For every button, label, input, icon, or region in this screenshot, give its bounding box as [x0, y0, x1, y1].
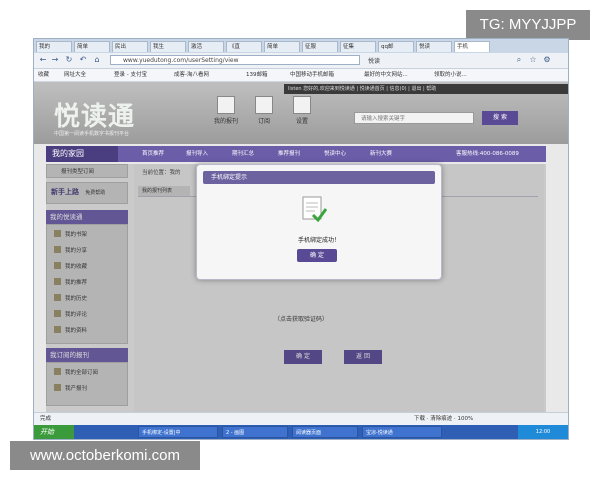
- watermark-top: TG: MYYJJPP: [466, 10, 590, 40]
- settings-button[interactable]: 设置: [290, 96, 314, 125]
- bookmark-item[interactable]: 最好的中文网站...: [364, 70, 408, 80]
- tools-icon: [293, 96, 311, 114]
- search-engine-label[interactable]: 悦读: [368, 56, 380, 65]
- address-bar[interactable]: www.yuedutong.com/userSetting/view: [110, 55, 360, 65]
- menu-item[interactable]: 期刊汇总: [232, 146, 254, 162]
- taskbar-item[interactable]: 宝凉-悦读通: [362, 426, 442, 438]
- bookmark-item[interactable]: 网址大全: [64, 70, 86, 80]
- bookmark-item[interactable]: 中国移动手机邮箱: [290, 70, 334, 80]
- tab-10[interactable]: 悦读: [416, 41, 452, 52]
- menu-item[interactable]: 首页推荐: [142, 146, 164, 162]
- logo-subtitle: 中国第一阅读手机数字书报刊平台: [54, 131, 130, 137]
- success-document-icon: [302, 196, 327, 223]
- tab-5[interactable]: 《直: [226, 41, 262, 52]
- menu-item[interactable]: 推荐报刊: [278, 146, 300, 162]
- tab-bar: 我的 简单 民出 我生 激活 《直 简单 征服 征集 qq邮 悦读 手机: [34, 39, 568, 53]
- bookmark-item[interactable]: 139邮箱: [246, 70, 268, 80]
- bookmark-item[interactable]: 登录 - 支付宝: [114, 70, 147, 80]
- status-left: 完成: [40, 416, 52, 422]
- taskbar-item[interactable]: 手机绑定-设置|中: [138, 426, 218, 438]
- bookmark-item[interactable]: 领取的小说...: [434, 70, 467, 80]
- back-arrow-icon[interactable]: ←: [38, 55, 48, 65]
- start-button[interactable]: 开始: [34, 425, 74, 439]
- menu-item[interactable]: 新刊大赛: [370, 146, 392, 162]
- header-icon-label: 设置: [295, 118, 308, 125]
- tab-9[interactable]: qq邮: [378, 41, 414, 52]
- status-right: 下载 · 清除痕迹 · 100%: [414, 416, 474, 422]
- forward-arrow-icon[interactable]: →: [50, 55, 60, 65]
- tools-icon[interactable]: ⚙: [542, 55, 552, 65]
- tab-active[interactable]: 手机: [454, 41, 490, 52]
- navigation-bar: ← → ↻ ↶ ⌂ www.yuedutong.com/userSetting/…: [34, 53, 568, 69]
- site-search-input[interactable]: 请输入搜索关键字: [354, 112, 474, 124]
- watermark-bottom: www.octoberkomi.com: [10, 441, 200, 470]
- tab-2[interactable]: 民出: [112, 41, 148, 52]
- status-bar: 完成 下载 · 清除痕迹 · 100%: [34, 412, 568, 425]
- taskbar: 开始 手机绑定-设置|中 2 - 画图 阅读器页面 宝凉-悦读通 12:00: [34, 425, 568, 439]
- dialog-message: 手机绑定成功！: [297, 237, 340, 244]
- header-icon-label: 我的报刊: [214, 118, 239, 125]
- menu-item[interactable]: 报刊导入: [186, 146, 208, 162]
- site-header: listen 您好的,欢迎来到悦读通 | 悦读通首页 | 信息(0) | 退出 …: [34, 82, 568, 144]
- hotline-text: 客服热线:400-086-0089: [456, 151, 519, 157]
- dialog-title: 手机绑定提示: [203, 171, 435, 184]
- newspaper-icon: [217, 96, 235, 114]
- tab-7[interactable]: 征服: [302, 41, 338, 52]
- menu-home[interactable]: 我的家园: [46, 146, 118, 162]
- taskbar-item[interactable]: 阅读器页面: [292, 426, 358, 438]
- subscribe-button[interactable]: 订阅: [252, 96, 276, 125]
- tab-8[interactable]: 征集: [340, 41, 376, 52]
- taskbar-item[interactable]: 2 - 画图: [222, 426, 288, 438]
- header-icon-label: 订阅: [257, 118, 270, 125]
- site-logo[interactable]: 悦读通: [54, 96, 135, 133]
- clock: 12:00: [535, 429, 551, 435]
- pen-icon: [255, 96, 273, 114]
- tab-6[interactable]: 简单: [264, 41, 300, 52]
- browser-window: 我的 简单 民出 我生 激活 《直 简单 征服 征集 qq邮 悦读 手机 ← →…: [33, 38, 569, 440]
- dialog-ok-button[interactable]: 确 定: [297, 249, 337, 262]
- menu-item[interactable]: 悦读中心: [324, 146, 346, 162]
- undo-icon[interactable]: ↶: [78, 55, 88, 65]
- tab-3[interactable]: 我生: [150, 41, 186, 52]
- search-icon[interactable]: ⌕: [514, 55, 524, 65]
- binding-dialog: 手机绑定提示 手机绑定成功！ 确 定: [196, 164, 442, 280]
- bookmark-item[interactable]: 成客-淘八看网: [174, 70, 209, 80]
- star-icon[interactable]: ☆: [528, 55, 538, 65]
- tab-4[interactable]: 激活: [188, 41, 224, 52]
- bookmark-item[interactable]: 收藏: [38, 70, 49, 80]
- refresh-icon[interactable]: ↻: [64, 55, 74, 65]
- my-periodicals-button[interactable]: 我的报刊: [214, 96, 238, 125]
- site-search-button[interactable]: 搜 索: [482, 111, 518, 125]
- tab-0[interactable]: 我的: [36, 41, 72, 52]
- main-menu: 我的家园 首页推荐 报刊导入 期刊汇总 推荐报刊 悦读中心 新刊大赛 客服热线:…: [46, 146, 546, 162]
- tab-1[interactable]: 简单: [74, 41, 110, 52]
- home-icon[interactable]: ⌂: [92, 55, 102, 65]
- system-tray: 12:00: [518, 425, 568, 439]
- bookmarks-bar: 收藏 网址大全 登录 - 支付宝 成客-淘八看网 139邮箱 中国移动手机邮箱 …: [34, 69, 568, 82]
- user-strip: listen 您好的,欢迎来到悦读通 | 悦读通首页 | 信息(0) | 退出 …: [284, 84, 568, 94]
